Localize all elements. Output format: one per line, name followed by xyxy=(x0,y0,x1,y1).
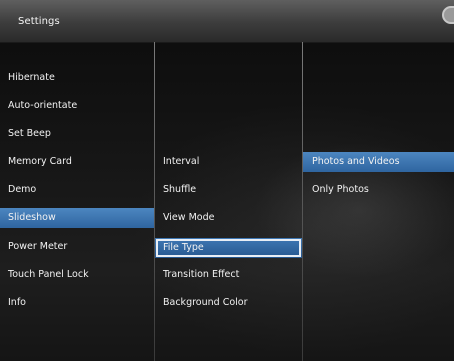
menu-item-demo[interactable]: Demo xyxy=(0,180,154,200)
menu-item-slideshow[interactable]: Slideshow xyxy=(0,208,154,228)
menu-item-auto-orientate[interactable]: Auto-orientate xyxy=(0,96,154,116)
menu-item-touch-panel-lock[interactable]: Touch Panel Lock xyxy=(0,265,154,285)
page-title: Settings xyxy=(18,16,60,27)
title-bar: Settings xyxy=(0,0,454,43)
submenu-item-shuffle[interactable]: Shuffle xyxy=(155,180,302,200)
option-photos-and-videos[interactable]: Photos and Videos xyxy=(303,152,454,172)
settings-screen: Settings Hibernate Auto-orientate Set Be… xyxy=(0,0,454,361)
column-divider xyxy=(154,42,155,361)
menu-item-hibernate[interactable]: Hibernate xyxy=(0,68,154,88)
submenu-item-view-mode[interactable]: View Mode xyxy=(155,208,302,228)
menu-item-memory-card[interactable]: Memory Card xyxy=(0,152,154,172)
menu-item-power-meter[interactable]: Power Meter xyxy=(0,237,154,257)
submenu-item-background-color[interactable]: Background Color xyxy=(155,293,302,313)
corner-indicator-icon xyxy=(442,6,454,24)
submenu-item-file-type[interactable]: File Type xyxy=(155,238,302,258)
submenu-item-transition-effect[interactable]: Transition Effect xyxy=(155,265,302,285)
option-only-photos[interactable]: Only Photos xyxy=(303,180,454,200)
menu-item-set-beep[interactable]: Set Beep xyxy=(0,124,154,144)
menu-item-info[interactable]: Info xyxy=(0,293,154,313)
column-divider xyxy=(302,42,303,361)
submenu-item-interval[interactable]: Interval xyxy=(155,152,302,172)
